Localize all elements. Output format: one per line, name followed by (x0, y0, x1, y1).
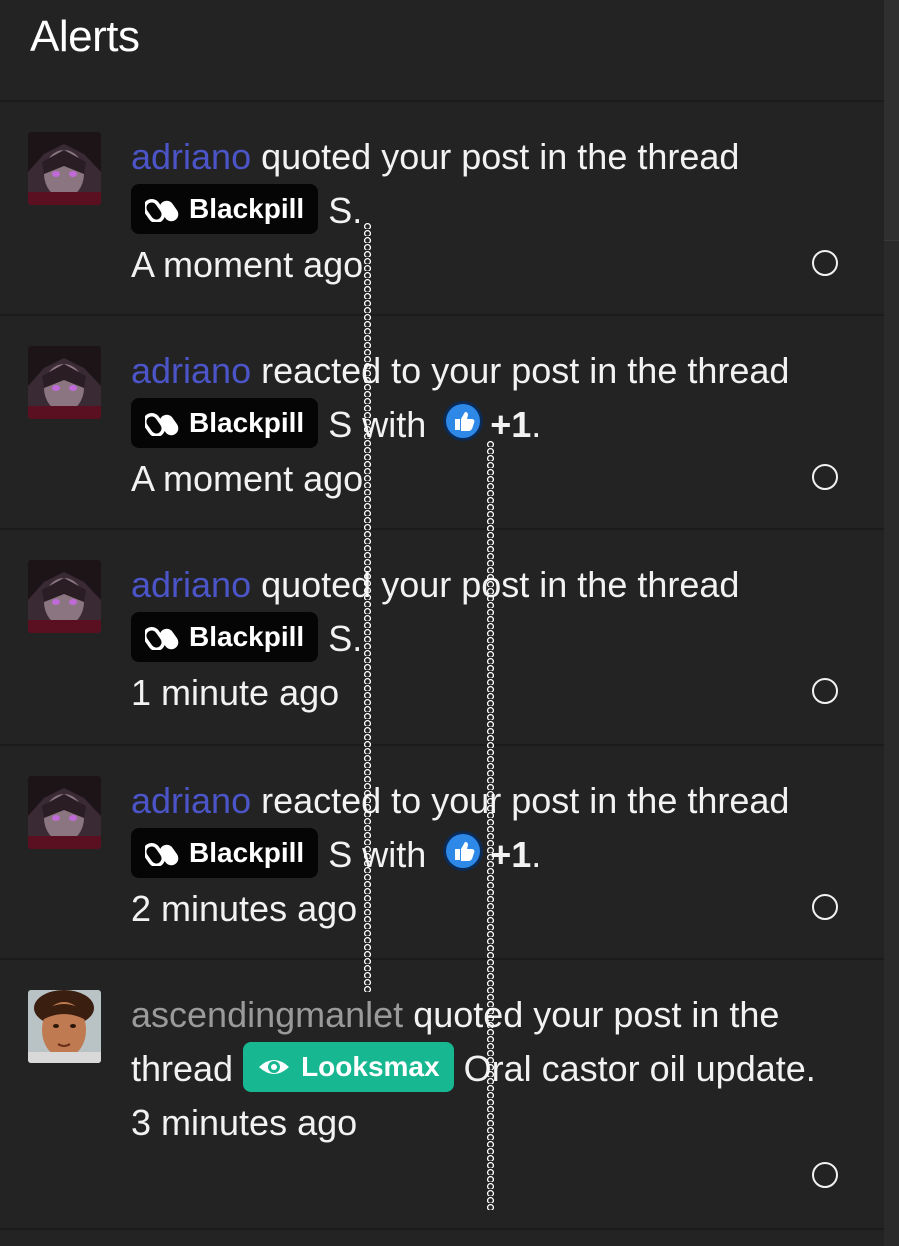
username-link[interactable]: adriano (131, 350, 251, 391)
alert-text: adriano reacted to your post in the thre… (131, 344, 831, 506)
username-link[interactable]: adriano (131, 136, 251, 177)
prefix-label: Blackpill (189, 407, 305, 439)
alert-text: ascendingmanlet quoted your post in the … (131, 988, 831, 1150)
alert-time: A moment ago (131, 458, 364, 500)
mark-read-toggle[interactable] (812, 250, 838, 276)
pills-icon (145, 627, 179, 651)
alert-time: A moment ago (131, 244, 364, 286)
thread-title-link[interactable]: S (328, 404, 352, 445)
alert-time: 2 minutes ago (131, 888, 358, 930)
mark-read-toggle[interactable] (812, 678, 838, 704)
prefix-label: Blackpill (189, 621, 305, 653)
prefix-label: Blackpill (189, 837, 305, 869)
mark-read-toggle[interactable] (812, 464, 838, 490)
thread-title-link[interactable]: S (328, 190, 352, 231)
alert-action: quoted your post in the thread (251, 136, 740, 177)
thread-prefix-badge[interactable]: Blackpill (131, 828, 319, 879)
prefix-label: Blackpill (189, 193, 305, 225)
eye-icon (259, 1060, 290, 1075)
avatar-adriano[interactable] (28, 346, 101, 419)
alert-action: reacted to your post in the thread (251, 780, 790, 821)
alerts-panel: Alerts adriano quoted your post in the t… (0, 0, 884, 1246)
thread-title-link[interactable]: S (328, 618, 352, 659)
alert-suffix: . (805, 1048, 816, 1089)
alerts-header: Alerts (0, 0, 884, 102)
thread-prefix-badge[interactable]: Blackpill (131, 398, 319, 449)
alert-item[interactable]: adriano quoted your post in the thread B… (0, 102, 884, 316)
scrollbar-thumb[interactable] (884, 0, 899, 241)
thread-title-link[interactable]: S (328, 834, 352, 875)
username-link[interactable]: adriano (131, 564, 251, 605)
reaction-label: +1 (490, 834, 532, 875)
alert-text: adriano quoted your post in the thread B… (131, 558, 831, 720)
mark-read-toggle[interactable] (812, 894, 838, 920)
alert-suffix: . (352, 190, 363, 231)
alert-text: adriano reacted to your post in the thre… (131, 774, 831, 936)
alert-suffix: . (352, 618, 363, 659)
alert-item[interactable]: adriano quoted your post in the thread B… (0, 530, 884, 746)
alert-text: adriano quoted your post in the thread B… (131, 130, 831, 292)
page-title: Alerts (30, 12, 140, 61)
alert-action: reacted to your post in the thread (251, 350, 790, 391)
avatar-ascendingmanlet[interactable] (28, 990, 101, 1063)
pills-icon (145, 843, 179, 867)
reaction-label: +1 (490, 404, 532, 445)
dotted-overlay-line (486, 440, 495, 1210)
username-link[interactable]: adriano (131, 780, 251, 821)
alert-time: 1 minute ago (131, 672, 340, 714)
username-link[interactable]: ascendingmanlet (131, 994, 403, 1035)
thumbs-up-icon (443, 831, 484, 872)
alert-suffix: . (531, 404, 542, 445)
mark-read-toggle[interactable] (812, 1162, 838, 1188)
alert-item[interactable]: adriano reacted to your post in the thre… (0, 746, 884, 960)
thread-prefix-badge[interactable]: Looksmax (243, 1042, 454, 1093)
scrollbar[interactable] (884, 0, 899, 1246)
pills-icon (145, 199, 179, 223)
prefix-label: Looksmax (301, 1051, 440, 1083)
pills-icon (145, 413, 179, 437)
alert-time: 3 minutes ago (131, 1102, 358, 1144)
thread-title-link[interactable]: Oral castor oil update (464, 1048, 806, 1089)
alert-item[interactable]: ascendingmanlet quoted your post in the … (0, 960, 884, 1230)
thread-prefix-badge[interactable]: Blackpill (131, 184, 319, 235)
alert-action: quoted your post in the thread (251, 564, 740, 605)
avatar-adriano[interactable] (28, 776, 101, 849)
dotted-overlay-line (363, 222, 372, 992)
thread-prefix-badge[interactable]: Blackpill (131, 612, 319, 663)
thumbs-up-icon (443, 401, 484, 442)
alert-item[interactable]: adriano reacted to your post in the thre… (0, 316, 884, 530)
avatar-adriano[interactable] (28, 132, 101, 205)
alert-suffix: . (531, 834, 542, 875)
avatar-adriano[interactable] (28, 560, 101, 633)
